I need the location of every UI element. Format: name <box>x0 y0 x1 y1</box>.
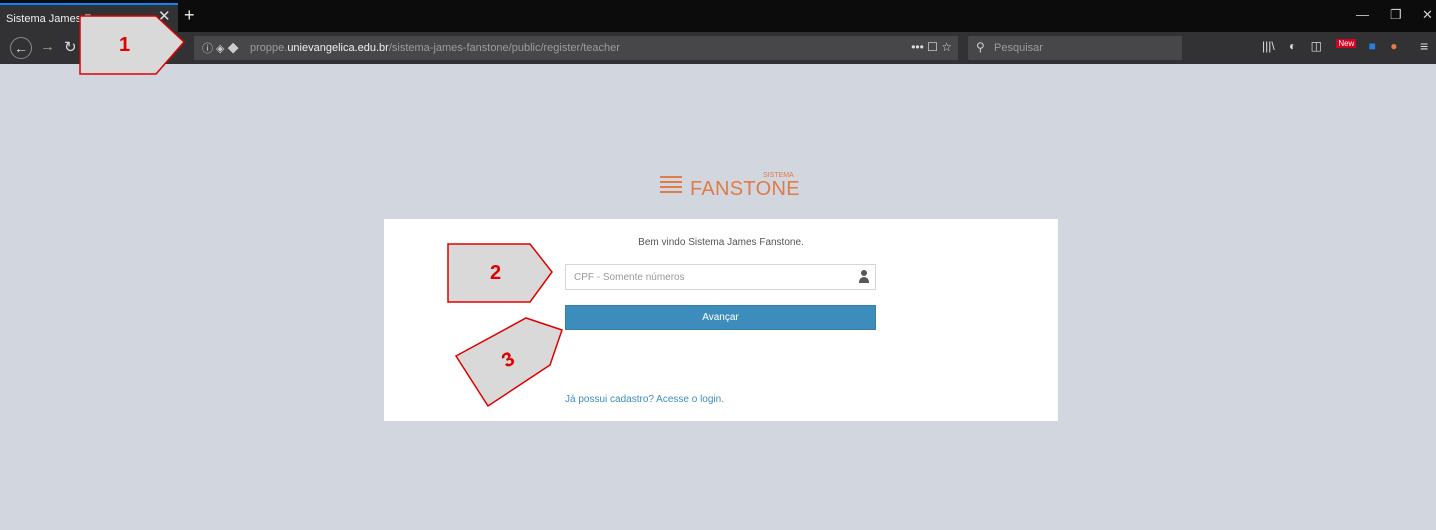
callout-1-shape <box>79 15 186 75</box>
annotation-overlay <box>79 15 563 408</box>
callout-2-label: 2 <box>490 262 502 284</box>
callout-1-label: 1 <box>119 34 131 56</box>
